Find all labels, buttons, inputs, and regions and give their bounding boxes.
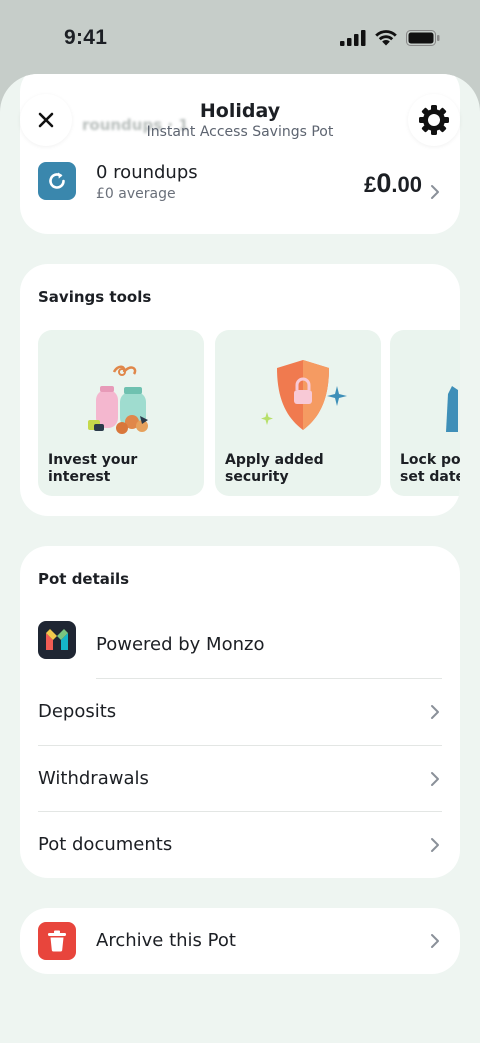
settings-button[interactable]: [408, 94, 460, 146]
monzo-logo-icon: [38, 621, 76, 659]
powered-by-row: Powered by Monzo: [38, 612, 442, 678]
chevron-right-icon: [431, 772, 439, 786]
chevron-right-icon: [431, 705, 439, 719]
tool-label-security: Apply added security: [225, 452, 324, 485]
pot-documents-label: Pot documents: [38, 834, 173, 855]
pot-documents-row[interactable]: Pot documents: [38, 812, 442, 878]
tool-label-lock: Lock pot set date: [400, 452, 460, 485]
withdrawals-row[interactable]: Withdrawals: [38, 746, 442, 812]
chevron-right-icon: [431, 838, 439, 852]
savings-tools-title: Savings tools: [38, 288, 152, 306]
withdrawals-label: Withdrawals: [38, 768, 149, 789]
pot-details-title: Pot details: [38, 570, 130, 588]
status-time: 9:41: [64, 26, 108, 49]
tool-label-invest: Invest your interest: [48, 452, 138, 485]
trash-icon: [38, 922, 76, 960]
battery-icon: [406, 29, 440, 46]
powered-by-label: Powered by Monzo: [96, 634, 265, 655]
archive-label: Archive this Pot: [96, 930, 236, 951]
pot-sheet: roundups · 1 0 roundups £0 average £0.00…: [0, 74, 480, 1043]
tool-tile-invest[interactable]: Invest your interest: [38, 330, 204, 496]
savings-tools-card: Savings tools Invest your interest Apply…: [20, 264, 460, 516]
shield-lock-icon: [261, 360, 347, 430]
cellular-signal-icon: [340, 29, 366, 46]
amount-currency: £: [364, 172, 377, 197]
chevron-right-icon: [431, 934, 439, 948]
roundups-card[interactable]: roundups · 1 0 roundups £0 average £0.00: [20, 74, 460, 234]
status-icons: [340, 29, 440, 46]
amount-minor: .00: [391, 172, 422, 197]
pot-details-card: Pot details Powered by Monzo Deposits Wi…: [20, 546, 460, 878]
jars-illustration-icon: [88, 365, 148, 434]
archive-pot-button[interactable]: Archive this Pot: [20, 908, 460, 974]
chevron-right-icon: [431, 185, 439, 199]
roundups-count: 0 roundups: [96, 162, 198, 183]
wifi-icon: [375, 30, 397, 46]
deposits-label: Deposits: [38, 701, 117, 722]
lock-illustration-icon: [446, 386, 458, 432]
refresh-icon: [38, 162, 76, 200]
roundups-amount: £0.00: [364, 168, 422, 199]
deposits-row[interactable]: Deposits: [38, 679, 442, 745]
gear-icon: [419, 105, 449, 135]
roundups-average: £0 average: [96, 186, 176, 202]
amount-major: 0: [376, 168, 392, 198]
status-bar: 9:41: [0, 0, 480, 76]
tool-tile-security[interactable]: Apply added security: [215, 330, 381, 496]
tool-tile-lock[interactable]: Lock pot set date: [390, 330, 460, 496]
